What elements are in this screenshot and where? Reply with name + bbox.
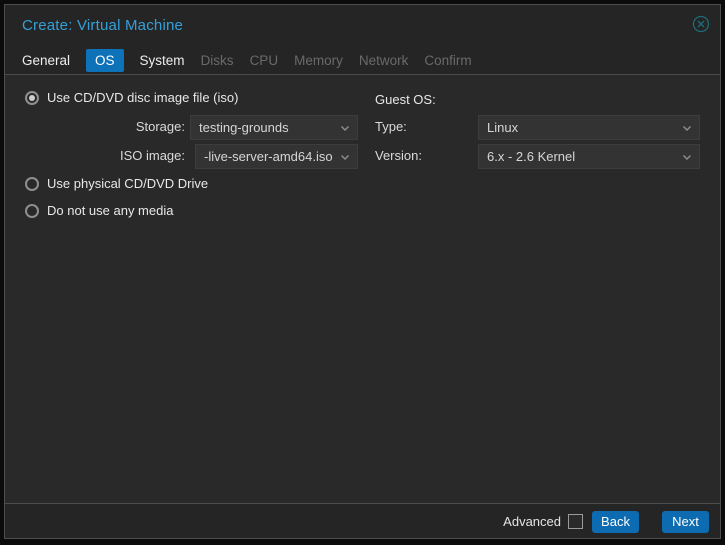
advanced-checkbox[interactable] [568, 514, 583, 529]
chevron-down-icon [681, 151, 699, 163]
radio-use-iso[interactable]: Use CD/DVD disc image file (iso) [25, 90, 238, 105]
guest-os-heading: Guest OS: [375, 92, 436, 107]
chevron-down-icon [339, 122, 357, 134]
iso-image-label: ISO image: [119, 148, 185, 163]
tab-os[interactable]: OS [86, 48, 124, 72]
radio-no-media-label: Do not use any media [47, 203, 174, 218]
wizard-tabs: General OS System Disks CPU Memory Netwo… [22, 46, 710, 74]
storage-select-value: testing-grounds [199, 120, 289, 135]
os-tab-panel: Use CD/DVD disc image file (iso) Storage… [5, 74, 720, 504]
type-label: Type: [375, 119, 407, 134]
os-version-select-value: 6.x - 2.6 Kernel [487, 149, 576, 164]
tab-system[interactable]: System [140, 49, 185, 72]
title-bar: Create: Virtual Machine [5, 5, 720, 45]
tab-disks: Disks [200, 52, 234, 68]
os-version-select[interactable]: 6.x - 2.6 Kernel [478, 144, 700, 169]
back-button[interactable]: Back [592, 510, 639, 533]
tab-cpu: CPU [249, 52, 279, 68]
create-vm-dialog: Create: Virtual Machine General OS Syste… [4, 4, 721, 539]
tab-network: Network [358, 52, 409, 68]
version-label: Version: [375, 148, 422, 163]
radio-no-media[interactable]: Do not use any media [25, 203, 173, 218]
os-type-select-value: Linux [487, 120, 519, 135]
radio-use-iso-label: Use CD/DVD disc image file (iso) [47, 90, 239, 105]
close-icon[interactable] [692, 15, 710, 33]
tab-general[interactable]: General [22, 49, 70, 72]
radio-icon[interactable] [25, 203, 39, 218]
radio-physical-drive-label: Use physical CD/DVD Drive [47, 176, 209, 191]
storage-label: Storage: [135, 119, 185, 134]
dialog-title: Create: Virtual Machine [22, 17, 184, 34]
storage-select[interactable]: testing-grounds [190, 115, 358, 140]
iso-image-select-value: -live-server-amd64.iso [204, 149, 333, 164]
chevron-down-icon [339, 151, 357, 163]
tab-confirm: Confirm [424, 52, 472, 68]
footer-bar: Advanced Back Next [5, 505, 720, 538]
tab-memory: Memory [294, 52, 343, 68]
os-type-select[interactable]: Linux [478, 115, 700, 140]
radio-physical-drive[interactable]: Use physical CD/DVD Drive [25, 176, 208, 191]
radio-icon[interactable] [25, 176, 39, 191]
advanced-label: Advanced [503, 514, 561, 529]
next-button[interactable]: Next [662, 510, 709, 533]
chevron-down-icon [681, 122, 699, 134]
radio-icon-selected[interactable] [25, 90, 39, 105]
iso-image-select[interactable]: -live-server-amd64.iso [195, 144, 358, 169]
